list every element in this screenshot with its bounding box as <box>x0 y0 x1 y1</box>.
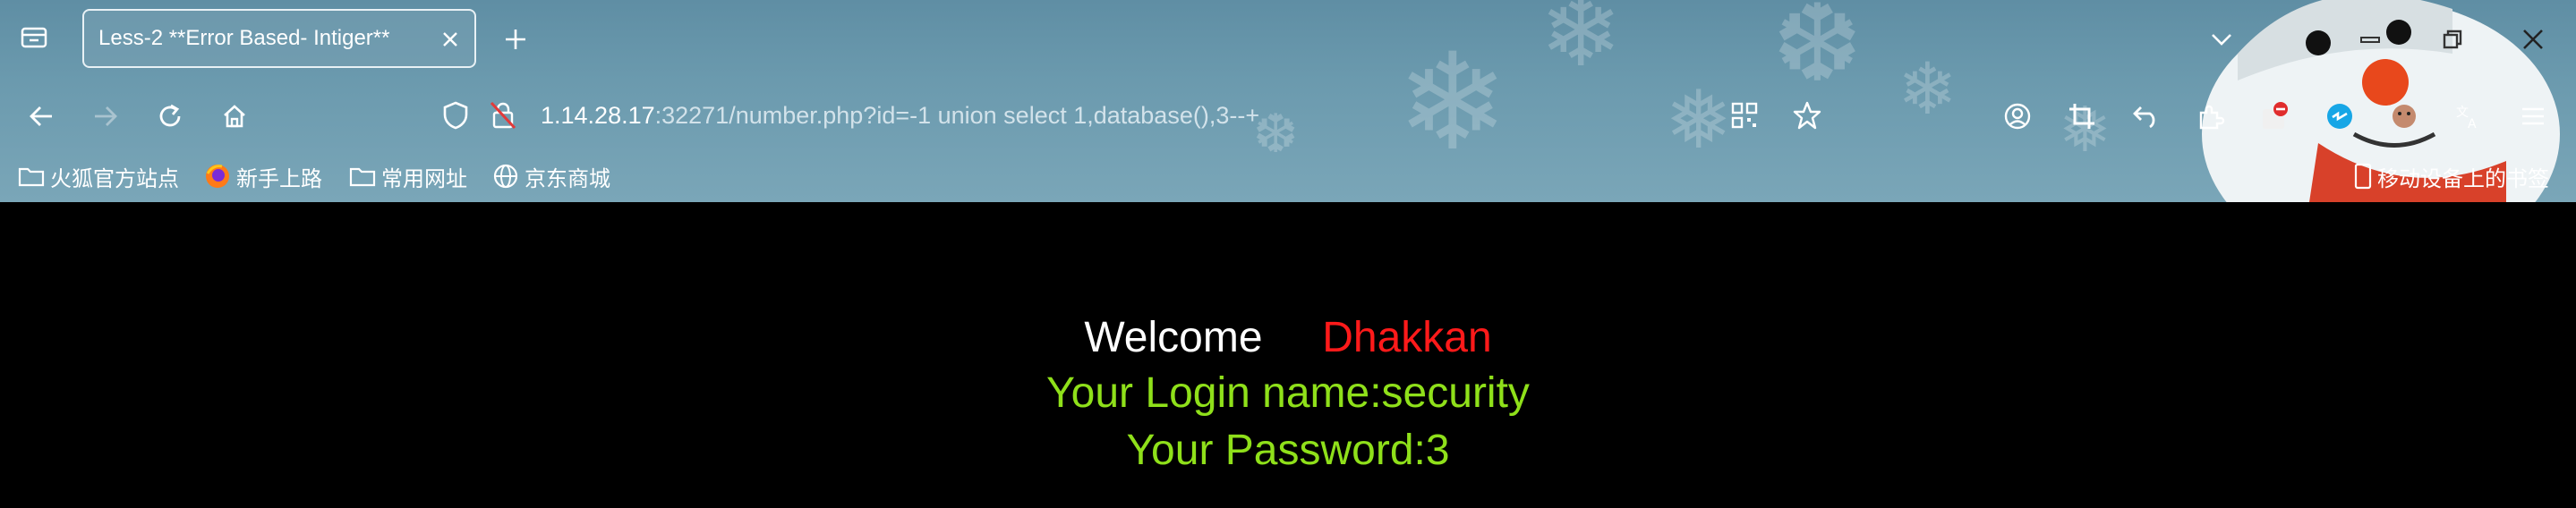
plus-icon <box>506 30 525 49</box>
snowflake-decoration: ❆ <box>1772 0 1863 106</box>
arrow-right-icon <box>95 106 117 126</box>
crop-icon <box>2069 104 2094 129</box>
window-close-button[interactable] <box>2515 21 2551 57</box>
close-icon <box>443 32 457 47</box>
bookmark-label: 京东商城 <box>525 166 610 191</box>
bookmark-item[interactable]: 火狐官方站点 <box>18 159 179 193</box>
extension-face-icon <box>2393 105 2416 128</box>
chevron-down-icon <box>2212 34 2231 46</box>
insecure-lock-icon[interactable] <box>489 100 517 135</box>
url-path: :32271/number.php?id=-1 union select 1,d… <box>654 102 1260 129</box>
firefox-icon <box>206 165 229 188</box>
url-host: 1.14.28.17 <box>541 102 655 129</box>
bookmark-star-icon[interactable] <box>1792 100 1822 135</box>
reload-icon <box>159 104 181 127</box>
bookmark-item[interactable]: 新手上路 <box>204 159 322 193</box>
extension-button[interactable] <box>2384 97 2424 136</box>
folder-icon <box>18 167 45 187</box>
list-all-tabs-button[interactable] <box>2204 21 2239 57</box>
login-name-line: Your Login name:security <box>1046 369 1530 417</box>
folder-icon <box>349 167 376 187</box>
new-tab-button[interactable] <box>498 21 533 57</box>
welcome-text: Welcome <box>1084 314 1263 361</box>
reload-button[interactable] <box>150 97 190 136</box>
undo-button[interactable] <box>2127 97 2166 136</box>
bookmark-label: 火狐官方站点 <box>50 166 179 191</box>
svg-text:文: 文 <box>2456 106 2469 120</box>
bookmarks-toolbar: 火狐官方站点 新手上路 常用网址 京东商城 移动设备上的书签 <box>0 156 2576 197</box>
back-button[interactable] <box>21 97 61 136</box>
restore-icon <box>2443 30 2462 49</box>
minimize-button[interactable] <box>2352 21 2388 57</box>
bookmark-label: 新手上路 <box>236 166 322 191</box>
home-button[interactable] <box>215 97 254 136</box>
active-tab[interactable]: Less-2 **Error Based- Intiger** <box>82 9 476 68</box>
globe-icon <box>493 164 518 189</box>
stop-sign-icon <box>2263 102 2288 129</box>
maximize-button[interactable] <box>2435 21 2470 57</box>
forward-button[interactable] <box>86 97 125 136</box>
translate-button[interactable]: 文A <box>2449 97 2488 136</box>
snowflake-decoration: ❄ <box>1898 47 1958 131</box>
firefox-view-button[interactable] <box>16 20 52 55</box>
adblock-extension-button[interactable] <box>2256 97 2295 136</box>
welcome-line: Welcome Dhakkan <box>0 313 2576 362</box>
tracking-protection-shield-icon[interactable] <box>442 100 469 135</box>
password-line: Your Password:3 <box>1126 427 1450 474</box>
minimize-icon <box>2360 37 2380 43</box>
svg-text:A: A <box>2468 117 2477 131</box>
bookmark-item[interactable]: 常用网址 <box>349 159 467 193</box>
mobile-icon <box>2354 163 2372 190</box>
sync-extension-button[interactable] <box>2320 97 2359 136</box>
translate-icon: 文A <box>2456 106 2477 131</box>
mobile-bookmarks[interactable]: 移动设备上的书签 <box>2354 159 2549 193</box>
undo-icon <box>2133 106 2155 129</box>
bookmark-label: 常用网址 <box>381 166 467 191</box>
page-content: Welcome Dhakkan Your Login name:security… <box>0 202 2576 508</box>
close-icon <box>2523 30 2543 49</box>
snowflake-decoration: ❄ <box>1540 0 1623 89</box>
screenshot-button[interactable] <box>2062 97 2102 136</box>
tab-title: Less-2 **Error Based- Intiger** <box>98 26 390 50</box>
bookmark-item[interactable]: 京东商城 <box>492 159 610 193</box>
firefox-view-icon <box>21 27 47 48</box>
arrow-left-icon <box>30 106 52 126</box>
browser-chrome: ❄ ❄ ❅ ❆ ❄ ❅ ❆ Less-2 **Error Based- Inti… <box>0 0 2576 202</box>
extensions-button[interactable] <box>2191 97 2231 136</box>
sync-extension-icon <box>2327 104 2352 129</box>
mobile-bookmarks-label: 移动设备上的书签 <box>2377 166 2549 191</box>
account-icon <box>2004 103 2031 130</box>
qr-code-icon[interactable] <box>1731 102 1758 133</box>
account-button[interactable] <box>1998 97 2037 136</box>
home-icon <box>224 105 245 128</box>
url-text[interactable]: 1.14.28.17:32271/number.php?id=-1 union … <box>541 102 1259 130</box>
menu-button[interactable] <box>2513 97 2553 136</box>
tab-close-button[interactable] <box>439 28 462 51</box>
url-bar[interactable]: 1.14.28.17:32271/number.php?id=-1 union … <box>430 89 1826 143</box>
hamburger-menu-icon <box>2522 107 2544 125</box>
user-name: Dhakkan <box>1322 314 1492 361</box>
puzzle-icon <box>2199 105 2225 130</box>
